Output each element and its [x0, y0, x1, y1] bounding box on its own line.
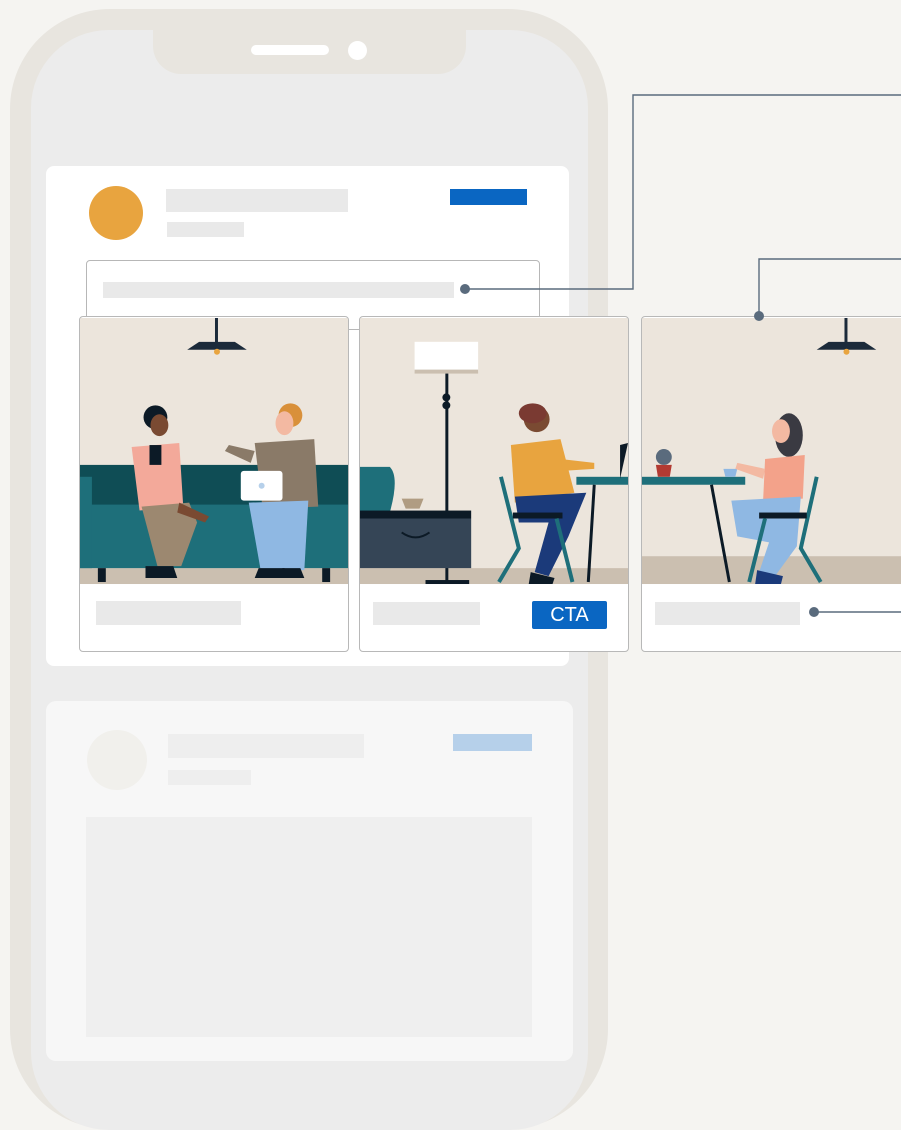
- card-2-title-placeholder: [373, 602, 480, 625]
- callout-line-card-image: [758, 258, 901, 316]
- illustration-sofa-scene: [80, 317, 348, 585]
- faded-subtitle-placeholder: [168, 770, 251, 785]
- speaker-slot-icon: [251, 45, 329, 55]
- cta-button[interactable]: CTA: [532, 601, 607, 629]
- author-name-placeholder: [166, 189, 348, 212]
- carousel-card-1[interactable]: [79, 316, 349, 652]
- illustration-desk-scene: [360, 317, 628, 585]
- faded-media-placeholder: [86, 817, 532, 1037]
- avatar[interactable]: [89, 186, 143, 240]
- faded-follow-button: [453, 734, 532, 751]
- faded-name-placeholder: [168, 734, 364, 758]
- follow-button[interactable]: [450, 189, 527, 205]
- post-text-placeholder: [103, 282, 454, 298]
- camera-dot-icon: [348, 41, 367, 60]
- faded-avatar: [87, 730, 147, 790]
- coffee-cup-icon: [723, 468, 738, 477]
- card-1-title-placeholder: [96, 601, 241, 625]
- illustration-cafe-scene: [642, 317, 901, 585]
- author-subtitle-placeholder: [167, 222, 244, 237]
- card-3-title-placeholder: [655, 602, 800, 625]
- carousel-card-3[interactable]: [641, 316, 901, 652]
